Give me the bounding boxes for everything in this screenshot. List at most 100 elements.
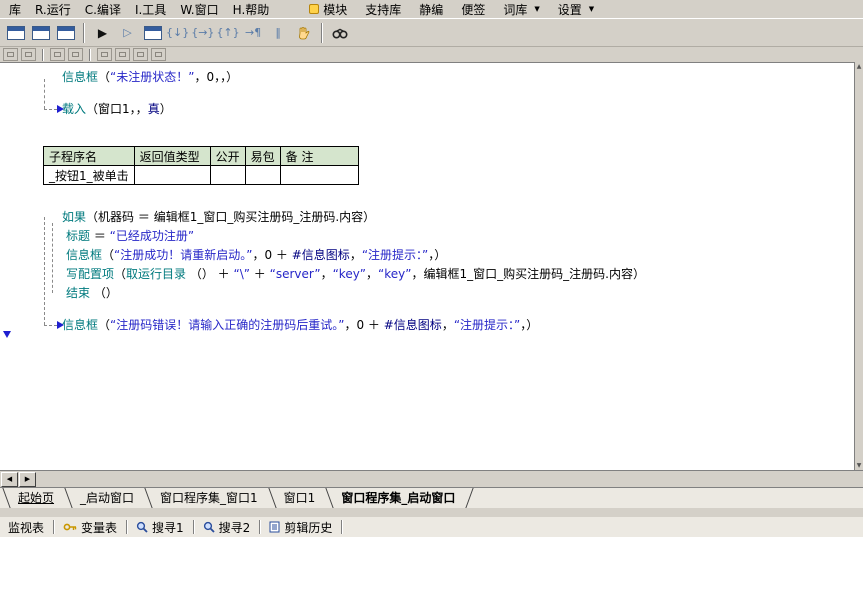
order-up-icon[interactable] [133,48,148,61]
menu-item[interactable]: 设置 ▼ [549,0,603,19]
menu-item[interactable]: H.帮助 [226,0,277,19]
grid-snap-icon[interactable] [68,48,83,61]
panel-tab[interactable]: 监视表 [0,517,52,538]
code-line[interactable]: 结束 （） [62,284,645,303]
code-token: （） [90,286,118,300]
panel-separator [126,520,128,534]
vertical-scrollbar[interactable]: ▲ ▼ [854,62,863,470]
code-token: “注册提示：” [453,318,521,332]
table-header-cell: 公开 [209,146,246,166]
menu-item-label: 静编 [419,2,444,17]
menu-item[interactable]: I.工具 [128,0,173,19]
menu-item[interactable]: 便签 [452,0,494,19]
table-cell[interactable] [244,165,281,185]
scroll-right-button[interactable]: ▶ [19,471,36,487]
sheet-tab[interactable]: 起始页 [3,488,65,508]
code-token: #信息图标 [291,248,350,262]
code-line[interactable]: 信息框（“未注册状态！”，0，，） [62,68,238,87]
ide-window: 库 R.运行 C.编译 I.工具 W.窗口 H.帮助 模块 支持库 静编 便签 词库 ▼ 设置 ▼ ▶ ▷… [0,0,863,604]
step-over-icon[interactable]: {→} [191,21,214,44]
code-token: 编辑框1_窗口_购买注册码_注册码.内容 [423,267,633,281]
step-out-icon[interactable]: {↑} [216,21,239,44]
sheet-tab[interactable]: 窗口程序集_窗口1 [145,488,269,508]
flow-connector [44,217,45,325]
code-block-if: 如果（机器码 ＝ 编辑框1_窗口_购买注册码_注册码.内容） 标题 ＝ “已经成功… [62,208,645,303]
code-token: “\” [233,267,250,281]
run-icon[interactable]: ▶ [91,21,114,44]
scroll-down-icon[interactable]: ▼ [857,462,862,469]
order-back-icon[interactable] [115,48,130,61]
menu-item-label: 便签 [461,2,486,17]
code-token: “server” [269,267,321,281]
sheet-tab[interactable]: 窗口程序集_启动窗口 [326,488,466,508]
halign-icon[interactable] [3,48,18,61]
subroutine-table: 子程序名 返回值类型 公开 易包备 注 _按钮1_被单击 [43,146,359,185]
code-token: 如果 [62,210,87,224]
table-cell[interactable]: _按钮1_被单击 [43,165,135,185]
code-token: ， [320,267,333,281]
code-token: 取运行目录 [126,267,187,281]
code-token: 真 [147,102,160,116]
sheet-tab[interactable]: 窗口1 [269,488,327,508]
step-into-icon[interactable]: {↓} [166,21,189,44]
search-icon [136,521,148,533]
order-down-icon[interactable] [151,48,166,61]
menu-item[interactable]: R.运行 [28,0,78,19]
menu-item[interactable]: 词库 ▼ [494,0,548,19]
panel-separator [259,520,261,534]
code-line[interactable]: 信息框（“注册码错误！请输入正确的注册码后重试。”，0 ＋ #信息图标，“注册提… [62,316,538,335]
code-line[interactable]: 如果（机器码 ＝ 编辑框1_窗口_购买注册码_注册码.内容） [62,208,645,227]
run-to-cursor-icon[interactable]: →¶ [242,21,265,44]
code-token: ， [349,248,362,262]
menu-item[interactable]: W.窗口 [173,0,225,19]
panel-tab[interactable]: 变量表 [55,517,125,538]
scroll-up-icon[interactable]: ▲ [857,63,862,70]
form-designer-icon[interactable] [54,21,77,44]
debug-form-icon[interactable] [141,21,164,44]
panel-tab[interactable]: 搜寻2 [195,517,259,538]
menu-item[interactable]: 静编 [410,0,452,19]
menu-item[interactable]: 库 [2,0,28,19]
code-token: ） [159,102,172,116]
code-token: “已经成功注册” [109,229,195,243]
code-token: （ [86,210,99,224]
code-token: ， [411,267,424,281]
scroll-left-button[interactable]: ◀ [1,471,18,487]
menu-item[interactable]: C.编译 [78,0,128,19]
code-block-else: 信息框（“注册码错误！请输入正确的注册码后重试。”，0 ＋ #信息图标，“注册提… [62,316,538,335]
code-line[interactable]: 写配置项（取运行目录 （） ＋ “\” ＋ “server”，“key”，“ke… [62,265,645,284]
table-cell[interactable] [133,165,211,185]
menu-item[interactable]: 模块 [300,0,356,19]
panel-tab[interactable]: 剪辑历史 [261,517,340,538]
code-line[interactable]: 标题 ＝ “已经成功注册” [62,227,645,246]
code-editor[interactable]: 信息框（“未注册状态！”，0，，） 载入（窗口1，，真） 子程序名 返回值类型 公开易… [0,62,854,470]
panel-tab[interactable]: 搜寻1 [128,517,192,538]
search-icon [203,521,215,533]
menu-item[interactable]: 支持库 [356,0,410,19]
code-line[interactable]: 信息框（“注册成功！请重新启动。”，0 ＋ #信息图标，“注册提示：”，） [62,246,645,265]
sheet-tab[interactable]: _启动窗口 [65,488,145,508]
code-token: （ [102,248,115,262]
panel-tab-label: 剪辑历史 [284,520,333,535]
pause-icon[interactable]: ‖ [267,21,290,44]
hand-icon[interactable] [292,21,315,44]
table-cell[interactable] [279,165,359,185]
horizontal-scrollbar[interactable]: ◀ ▶ [0,470,863,487]
code-line[interactable]: 载入（窗口1，，真） [62,100,238,119]
valign-icon[interactable] [21,48,36,61]
new-form-icon[interactable] [4,21,27,44]
same-size-icon[interactable] [50,48,65,61]
code-token: ，） [428,248,447,262]
key-icon [63,522,77,532]
find-icon[interactable] [329,21,352,44]
run-alt-icon[interactable]: ▷ [116,21,139,44]
code-token: ） [632,267,645,281]
module-icon [309,4,320,14]
code-token: 信息框 [62,318,99,332]
tab-end-divider [466,488,480,508]
table-cell[interactable] [209,165,246,185]
open-form-icon[interactable] [29,21,52,44]
code-token: （ [114,267,127,281]
order-front-icon[interactable] [97,48,112,61]
flow-connector [52,223,53,293]
